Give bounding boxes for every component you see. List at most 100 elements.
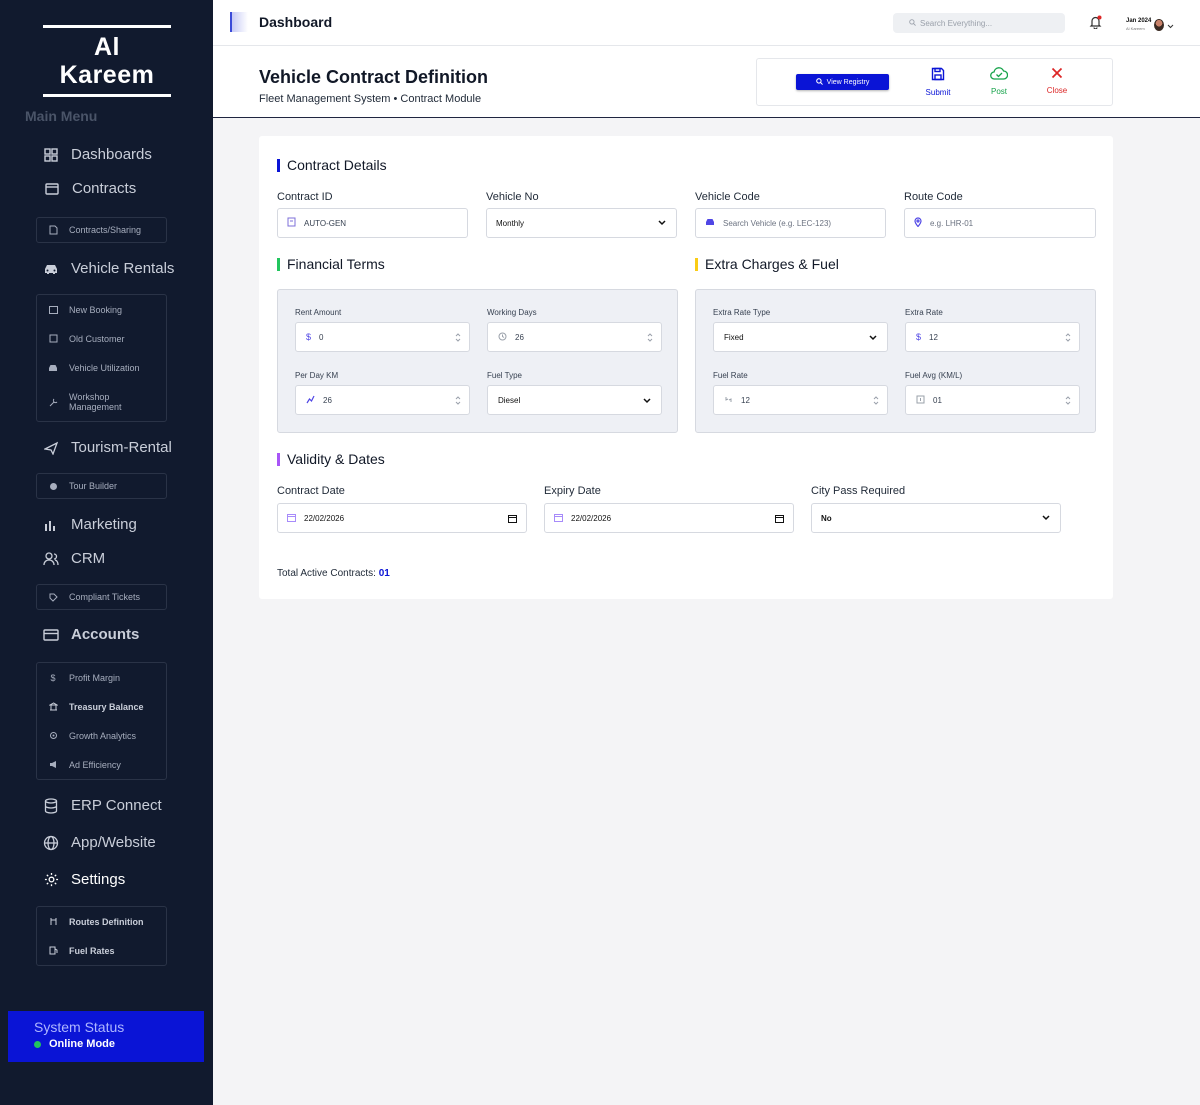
nav-dashboards[interactable]: Dashboards [43, 146, 152, 163]
dollar-icon: $ [916, 332, 922, 342]
settings-submenu: Routes Definition Fuel Rates [36, 906, 167, 966]
fuel-type-value: Diesel [498, 395, 521, 405]
nav-marketing-label: Marketing [71, 516, 137, 533]
route-code-field[interactable]: e.g. LHR-01 [904, 208, 1096, 238]
post-button[interactable]: Post [979, 67, 1019, 96]
search-placeholder: Search Everything... [920, 18, 993, 28]
nav-accounts[interactable]: Accounts [43, 626, 139, 643]
sub-item-new-booking[interactable]: New Booking [37, 295, 166, 324]
sub-item-contracts-sharing[interactable]: Contracts/Sharing [37, 218, 166, 242]
nav-marketing[interactable]: Marketing [43, 516, 137, 533]
sub-item-label: Compliant Tickets [69, 592, 141, 602]
chevron-down-icon [658, 219, 666, 228]
sub-item-growth-analytics[interactable]: Growth Analytics [37, 721, 166, 750]
sub-item-label: Workshop Management [69, 392, 122, 412]
fuel-avg-label: Fuel Avg (KM/L) [905, 371, 963, 380]
system-status-title: System Status [34, 1019, 125, 1035]
rent-amount-input[interactable]: $ 0 [295, 322, 470, 352]
expiry-date-input[interactable]: 22/02/2026 [544, 503, 794, 533]
document-icon [47, 224, 59, 236]
bank-icon [47, 701, 59, 713]
working-days-value: 26 [515, 332, 524, 342]
working-days-input[interactable]: 26 [487, 322, 662, 352]
fuel-type-select[interactable]: Diesel [487, 385, 662, 415]
stepper-icon[interactable] [455, 396, 461, 407]
section-title: Contract Details [287, 157, 387, 173]
city-pass-select[interactable]: No [811, 503, 1061, 533]
page-header: Vehicle Contract Definition Fleet Manage… [213, 46, 1200, 118]
contract-id-field[interactable]: AUTO-GEN [277, 208, 468, 238]
vehicle-no-label: Vehicle No [486, 191, 539, 203]
sub-item-fuel-rates[interactable]: Fuel Rates [37, 936, 166, 965]
refresh-icon [724, 395, 733, 406]
search-input[interactable]: Search Everything... [893, 13, 1065, 33]
users-icon [43, 551, 59, 567]
stepper-icon[interactable] [647, 333, 653, 344]
page-subtitle: Fleet Management System • Contract Modul… [259, 93, 482, 105]
extra-rate-label: Extra Rate [905, 308, 943, 317]
main-menu-title: Main Menu [25, 108, 98, 124]
rent-amount-label: Rent Amount [295, 308, 342, 317]
car-small-icon [47, 362, 59, 374]
sub-item-ad-efficiency[interactable]: Ad Efficiency [37, 750, 166, 779]
vehicle-rentals-submenu: New Booking Old Customer Vehicle Utiliza… [36, 294, 167, 422]
online-dot-icon [34, 1040, 41, 1048]
sub-item-compliant-tickets[interactable]: Compliant Tickets [37, 585, 166, 609]
sub-item-vehicle-utilization[interactable]: Vehicle Utilization [37, 353, 166, 382]
stepper-icon[interactable] [873, 396, 879, 407]
nav-accounts-label: Accounts [71, 626, 140, 643]
dollar-icon: $ [50, 672, 56, 683]
vehicle-no-select[interactable]: Monthly [486, 208, 677, 238]
fuel-avg-input[interactable]: 01 [905, 385, 1080, 415]
nav-contracts[interactable]: Contracts [44, 180, 136, 197]
car-icon [43, 261, 59, 277]
sub-item-label: Tour Builder [69, 481, 118, 491]
vehicle-code-search[interactable]: Search Vehicle (e.g. LEC-123) [695, 208, 886, 238]
contract-date-input[interactable]: 22/02/2026 [277, 503, 527, 533]
bell-icon[interactable] [1089, 15, 1103, 30]
contract-date-label: Contract Date [277, 485, 345, 497]
cloud-check-icon [990, 67, 1009, 82]
nav-settings[interactable]: Settings [43, 871, 125, 888]
sub-item-old-customer[interactable]: Old Customer [37, 324, 166, 353]
calendar-picker-icon[interactable] [508, 514, 517, 525]
extra-rate-input[interactable]: $ 12 [905, 322, 1080, 352]
financial-terms-heading: Financial Terms [277, 256, 385, 272]
stepper-icon[interactable] [1065, 333, 1071, 344]
extra-charges-panel: Extra Rate Type Fixed Extra Rate $ 12 Fu… [695, 289, 1096, 433]
user-menu[interactable]: Jan 2024 Al Kareem [1126, 16, 1174, 34]
view-registry-button[interactable]: View Registry [796, 74, 889, 90]
crm-submenu: Compliant Tickets [36, 584, 167, 610]
sub-item-routes-definition[interactable]: Routes Definition [37, 907, 166, 936]
calendar-picker-icon[interactable] [775, 514, 784, 525]
fuel-icon [47, 945, 59, 957]
section-bar [277, 158, 280, 172]
chevron-down-icon [1167, 16, 1174, 34]
section-title: Validity & Dates [287, 451, 385, 467]
sub-item-label: Ad Efficiency [69, 759, 121, 770]
sub-item-workshop-management[interactable]: Workshop Management [37, 382, 166, 422]
extra-charges-heading: Extra Charges & Fuel [695, 256, 839, 272]
fuel-rate-input[interactable]: 12 [713, 385, 888, 415]
gear-icon [43, 872, 59, 888]
nav-vehicle-rentals[interactable]: Vehicle Rentals [43, 260, 174, 277]
rent-amount-value: 0 [319, 332, 324, 342]
clipboard-icon [47, 333, 59, 345]
submit-button[interactable]: Submit [918, 67, 958, 97]
close-button[interactable]: Close [1037, 67, 1077, 95]
brand-logo[interactable]: Al Kareem [43, 25, 171, 97]
extra-rate-type-select[interactable]: Fixed [713, 322, 888, 352]
stepper-icon[interactable] [455, 333, 461, 344]
sub-item-treasury-balance[interactable]: Treasury Balance [37, 692, 166, 721]
nav-erp-connect[interactable]: ERP Connect [43, 797, 162, 814]
nav-crm[interactable]: CRM [43, 550, 105, 567]
sub-item-profit-margin[interactable]: $ Profit Margin [37, 663, 166, 692]
system-status-box: System Status Online Mode [8, 1011, 204, 1062]
nav-tourism-rental[interactable]: Tourism-Rental [43, 439, 172, 456]
nav-app-website[interactable]: App/Website [43, 834, 156, 851]
sub-item-tour-builder[interactable]: Tour Builder [37, 474, 166, 498]
route-icon [47, 916, 59, 928]
stepper-icon[interactable] [1065, 396, 1071, 407]
expiry-date-label: Expiry Date [544, 485, 601, 497]
per-day-km-input[interactable]: 26 [295, 385, 470, 415]
